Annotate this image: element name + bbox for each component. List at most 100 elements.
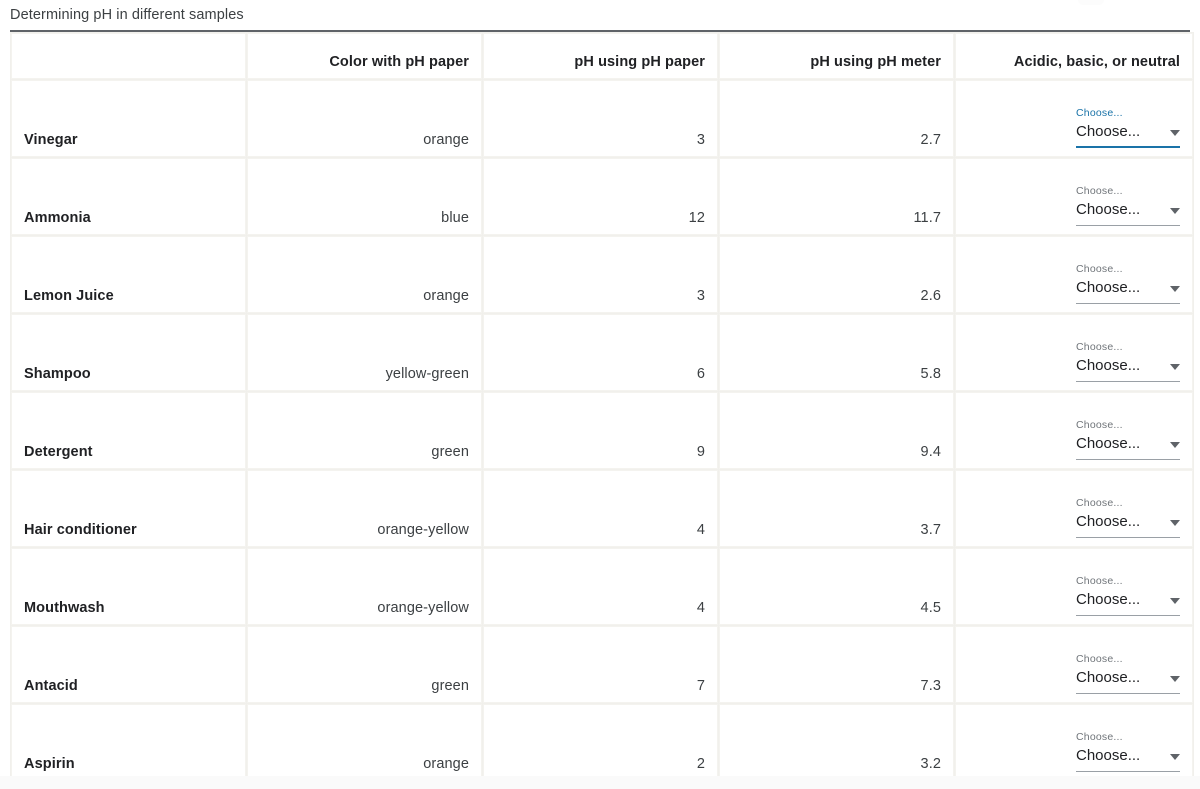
sample-name-cell: Vinegar	[11, 80, 246, 157]
color-with-ph-paper-cell: orange	[247, 80, 482, 157]
table-body: Vinegar orange 3 2.7 Choose... Choose... Ammon…	[11, 80, 1193, 781]
classification-cell: Choose... Choose...	[955, 626, 1193, 703]
chevron-down-icon	[1170, 676, 1180, 682]
classification-select-value: Choose...	[1076, 591, 1141, 608]
ph-using-ph-paper-cell: 7	[483, 626, 718, 703]
ph-using-ph-meter-cell: 2.7	[719, 80, 954, 157]
sample-name-cell: Antacid	[11, 626, 246, 703]
ph-using-ph-paper-cell: 4	[483, 470, 718, 547]
classification-select-value: Choose...	[1076, 201, 1141, 218]
classification-select-label: Choose...	[1076, 653, 1123, 665]
ph-using-ph-paper-cell: 2	[483, 704, 718, 781]
classification-select[interactable]: Choose... Choose...	[1076, 263, 1180, 304]
classification-cell: Choose... Choose...	[955, 80, 1193, 157]
column-header-color-with-ph-paper: Color with pH paper	[247, 33, 482, 79]
classification-select-label: Choose...	[1076, 419, 1123, 431]
classification-cell: Choose... Choose...	[955, 704, 1193, 781]
table-row: Lemon Juice orange 3 2.6 Choose... Choose...	[11, 236, 1193, 313]
chevron-down-icon	[1170, 286, 1180, 292]
classification-select-row: Choose...	[1076, 588, 1180, 610]
ph-using-ph-paper-cell: 3	[483, 236, 718, 313]
color-with-ph-paper-cell: orange-yellow	[247, 470, 482, 547]
chevron-down-icon	[1170, 364, 1180, 370]
classification-select-underline	[1076, 225, 1180, 226]
classification-select-value: Choose...	[1076, 123, 1141, 140]
color-with-ph-paper-cell: orange	[247, 236, 482, 313]
ph-data-table: Color with pH paper pH using pH paper pH…	[10, 32, 1194, 782]
classification-select-row: Choose...	[1076, 198, 1180, 220]
classification-select[interactable]: Choose... Choose...	[1076, 419, 1180, 460]
ph-using-ph-paper-cell: 12	[483, 158, 718, 235]
chevron-down-icon	[1170, 208, 1180, 214]
classification-select-row: Choose...	[1076, 120, 1180, 142]
page-title-bar: Determining pH in different samples	[0, 0, 1200, 30]
table-row: Shampoo yellow-green 6 5.8 Choose... Choose..…	[11, 314, 1193, 391]
sample-name-cell: Lemon Juice	[11, 236, 246, 313]
classification-select-value: Choose...	[1076, 669, 1141, 686]
column-header-sample	[11, 33, 246, 79]
color-with-ph-paper-cell: yellow-green	[247, 314, 482, 391]
table-row: Mouthwash orange-yellow 4 4.5 Choose... Choos…	[11, 548, 1193, 625]
classification-select-label: Choose...	[1076, 341, 1123, 353]
table-row: Ammonia blue 12 11.7 Choose... Choose...	[11, 158, 1193, 235]
ph-using-ph-meter-cell: 4.5	[719, 548, 954, 625]
ph-using-ph-paper-cell: 6	[483, 314, 718, 391]
classification-select-underline	[1076, 537, 1180, 538]
chevron-down-icon	[1170, 130, 1180, 136]
chevron-down-icon	[1170, 754, 1180, 760]
table-row: Vinegar orange 3 2.7 Choose... Choose...	[11, 80, 1193, 157]
classification-select-value: Choose...	[1076, 279, 1141, 296]
ph-using-ph-meter-cell: 2.6	[719, 236, 954, 313]
classification-select-label: Choose...	[1076, 731, 1123, 743]
page-title: Determining pH in different samples	[10, 7, 244, 23]
classification-select-label: Choose...	[1076, 107, 1123, 119]
classification-select[interactable]: Choose... Choose...	[1076, 107, 1180, 148]
classification-select-row: Choose...	[1076, 432, 1180, 454]
ph-using-ph-paper-cell: 9	[483, 392, 718, 469]
classification-select[interactable]: Choose... Choose...	[1076, 653, 1180, 694]
classification-cell: Choose... Choose...	[955, 392, 1193, 469]
classification-select-underline	[1076, 693, 1180, 694]
classification-select-value: Choose...	[1076, 435, 1141, 452]
chevron-down-icon	[1170, 442, 1180, 448]
classification-select-label: Choose...	[1076, 497, 1123, 509]
classification-select-underline	[1076, 459, 1180, 460]
ph-using-ph-meter-cell: 9.4	[719, 392, 954, 469]
classification-select-label: Choose...	[1076, 263, 1123, 275]
classification-select[interactable]: Choose... Choose...	[1076, 341, 1180, 382]
sample-name-cell: Mouthwash	[11, 548, 246, 625]
column-header-acidic-basic-neutral: Acidic, basic, or neutral	[955, 33, 1193, 79]
classification-select-row: Choose...	[1076, 510, 1180, 532]
table-header: Color with pH paper pH using pH paper pH…	[11, 33, 1193, 79]
classification-cell: Choose... Choose...	[955, 158, 1193, 235]
table-row: Detergent green 9 9.4 Choose... Choose...	[11, 392, 1193, 469]
classification-select[interactable]: Choose... Choose...	[1076, 185, 1180, 226]
color-with-ph-paper-cell: blue	[247, 158, 482, 235]
sample-name-cell: Detergent	[11, 392, 246, 469]
sample-name-cell: Aspirin	[11, 704, 246, 781]
classification-select[interactable]: Choose... Choose...	[1076, 497, 1180, 538]
color-with-ph-paper-cell: green	[247, 392, 482, 469]
classification-select[interactable]: Choose... Choose...	[1076, 575, 1180, 616]
ph-using-ph-meter-cell: 3.7	[719, 470, 954, 547]
classification-select-row: Choose...	[1076, 276, 1180, 298]
classification-select-underline	[1076, 615, 1180, 616]
classification-select-underline	[1076, 771, 1180, 772]
ph-using-ph-paper-cell: 4	[483, 548, 718, 625]
page-bottom-filler	[0, 776, 1200, 789]
table-row: Hair conditioner orange-yellow 4 3.7 Choose.…	[11, 470, 1193, 547]
chevron-down-icon	[1170, 520, 1180, 526]
sample-name-cell: Shampoo	[11, 314, 246, 391]
classification-cell: Choose... Choose...	[955, 470, 1193, 547]
color-with-ph-paper-cell: green	[247, 626, 482, 703]
column-header-ph-using-ph-paper: pH using pH paper	[483, 33, 718, 79]
classification-select-label: Choose...	[1076, 575, 1123, 587]
table-header-row: Color with pH paper pH using pH paper pH…	[11, 33, 1193, 79]
classification-select-row: Choose...	[1076, 666, 1180, 688]
classification-select-label: Choose...	[1076, 185, 1123, 197]
classification-select[interactable]: Choose... Choose...	[1076, 731, 1180, 772]
column-header-ph-using-ph-meter: pH using pH meter	[719, 33, 954, 79]
classification-cell: Choose... Choose...	[955, 236, 1193, 313]
color-with-ph-paper-cell: orange-yellow	[247, 548, 482, 625]
classification-select-underline	[1076, 303, 1180, 304]
